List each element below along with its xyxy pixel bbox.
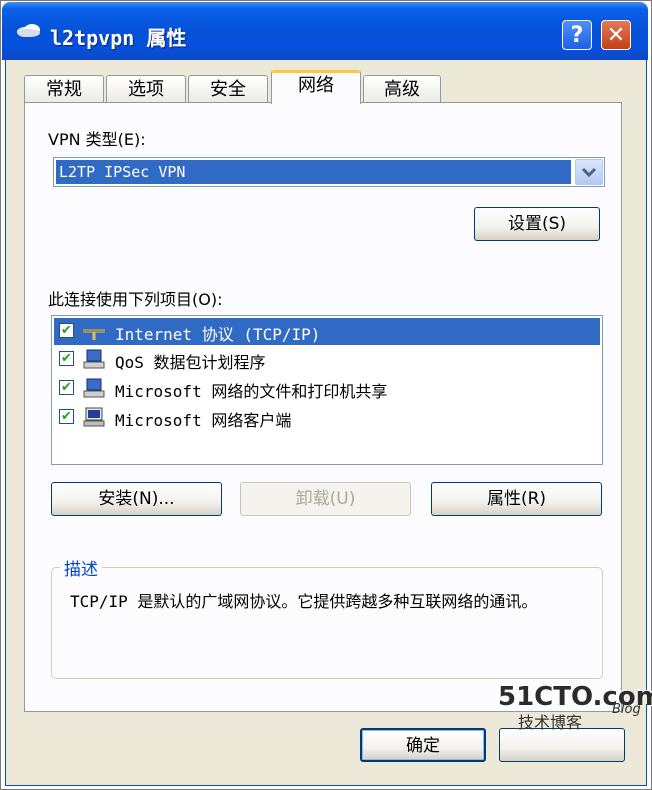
network-service-icon — [83, 349, 105, 369]
tab-advanced[interactable]: 高级 — [363, 75, 441, 102]
list-item-label: QoS 数据包计划程序 — [115, 353, 266, 372]
network-service-icon — [83, 378, 105, 398]
properties-button[interactable]: 属性(R) — [431, 482, 602, 516]
vpn-type-value: L2TP IPSec VPN — [56, 160, 571, 184]
vpn-type-select[interactable]: L2TP IPSec VPN — [53, 157, 605, 187]
list-item-label: Internet 协议 (TCP/IP) — [115, 325, 321, 344]
watermark-blog: Blog — [612, 702, 641, 717]
list-item-ms-client[interactable]: ✔ Microsoft 网络客户端 — [54, 404, 600, 431]
ok-button[interactable]: 确定 — [360, 728, 486, 762]
description-text: TCP/IP 是默认的广域网协议。它提供跨越多种互联网络的通讯。 — [70, 592, 538, 611]
list-item-qos[interactable]: ✔ QoS 数据包计划程序 — [54, 346, 600, 373]
close-button[interactable]: ✕ — [601, 20, 631, 50]
list-item-file-print-sharing[interactable]: ✔ Microsoft 网络的文件和打印机共享 — [54, 375, 600, 402]
settings-button[interactable]: 设置(S) — [474, 207, 600, 241]
protocol-icon — [83, 329, 105, 340]
help-button[interactable]: ? — [562, 20, 592, 50]
description-group — [51, 567, 603, 679]
list-item-label: Microsoft 网络的文件和打印机共享 — [115, 382, 388, 401]
checkbox[interactable]: ✔ — [59, 380, 74, 395]
vpn-type-label: VPN 类型(E): — [48, 130, 146, 149]
checkbox[interactable]: ✔ — [59, 351, 74, 366]
tab-network[interactable]: 网络 — [271, 70, 361, 104]
components-list[interactable]: ✔ Internet 协议 (TCP/IP) ✔ QoS 数据包计划程序 ✔ M… — [51, 315, 603, 465]
checkbox[interactable]: ✔ — [59, 409, 74, 424]
uninstall-button: 卸载(U) — [240, 482, 411, 516]
tab-general[interactable]: 常规 — [24, 75, 104, 102]
chevron-down-icon — [581, 167, 597, 178]
list-item-label: Microsoft 网络客户端 — [115, 411, 292, 430]
cancel-button[interactable] — [499, 728, 625, 762]
checkbox[interactable]: ✔ — [59, 323, 74, 338]
window-frame: l2tpvpn 属性 ? ✕ 常规 选项 安全 网络 高级 VPN 类型(E):… — [0, 0, 652, 790]
install-button[interactable]: 安装(N)... — [51, 482, 222, 516]
window-title: l2tpvpn 属性 — [50, 26, 187, 50]
watermark-sub: 技术博客 — [518, 713, 583, 732]
tab-options[interactable]: 选项 — [106, 75, 186, 102]
description-title: 描述 — [60, 555, 102, 580]
vpn-connection-icon — [17, 24, 40, 37]
list-item-tcpip[interactable]: ✔ Internet 协议 (TCP/IP) — [54, 318, 600, 345]
dialog-body: 常规 选项 安全 网络 高级 VPN 类型(E): L2TP IPSec VPN… — [5, 60, 647, 786]
dropdown-arrow-button[interactable] — [575, 159, 603, 185]
tab-security[interactable]: 安全 — [188, 75, 268, 102]
title-bar[interactable]: l2tpvpn 属性 ? ✕ — [2, 2, 648, 60]
components-label: 此连接使用下列项目(O): — [48, 290, 223, 309]
network-client-icon — [83, 407, 105, 427]
